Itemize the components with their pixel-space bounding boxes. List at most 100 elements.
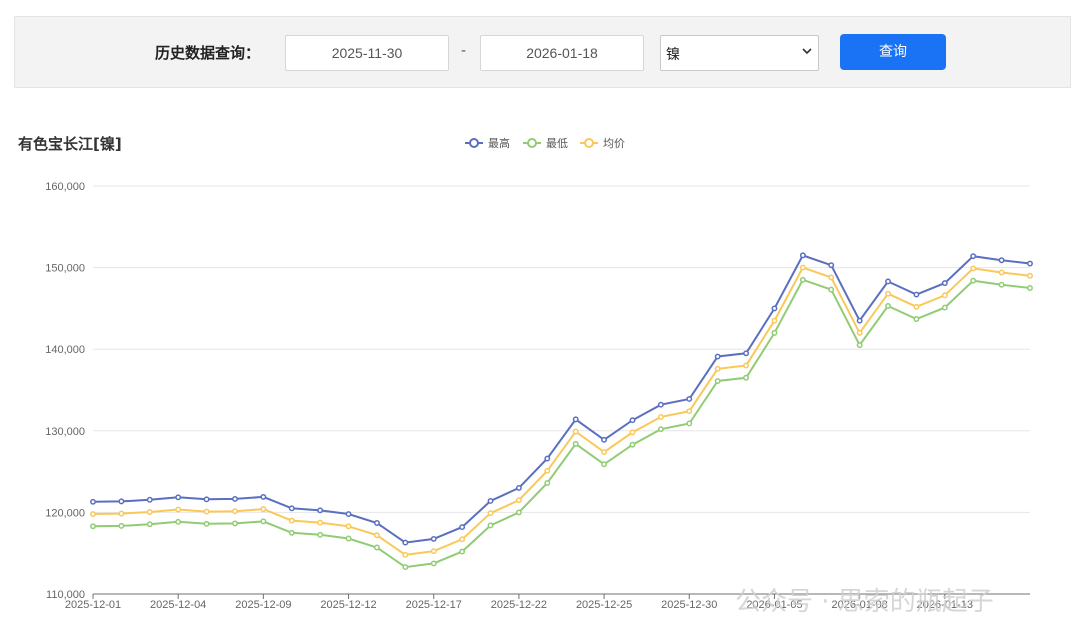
data-point-avg[interactable]: [402, 551, 409, 558]
data-point-high[interactable]: [601, 436, 608, 443]
data-point-high[interactable]: [629, 417, 636, 424]
data-point-high[interactable]: [459, 524, 466, 531]
data-point-high[interactable]: [941, 280, 948, 287]
data-point-high[interactable]: [430, 535, 437, 542]
data-point-avg[interactable]: [232, 508, 238, 515]
data-point-high[interactable]: [317, 507, 324, 514]
data-point-avg[interactable]: [515, 497, 522, 504]
data-point-high[interactable]: [771, 305, 778, 312]
data-point-avg[interactable]: [856, 329, 863, 336]
data-point-low[interactable]: [203, 520, 210, 527]
data-point-low[interactable]: [941, 304, 948, 311]
data-point-avg[interactable]: [657, 413, 664, 420]
data-point-low[interactable]: [856, 342, 863, 349]
data-point-high[interactable]: [487, 498, 494, 504]
data-point-avg[interactable]: [260, 506, 267, 513]
data-point-low[interactable]: [232, 520, 238, 527]
data-point-high[interactable]: [90, 498, 96, 505]
data-point-avg[interactable]: [970, 265, 977, 272]
data-point-high[interactable]: [572, 416, 579, 423]
data-point-low[interactable]: [771, 329, 778, 336]
data-point-avg[interactable]: [118, 510, 125, 517]
legend-item-avg[interactable]: 均价: [580, 137, 625, 150]
data-point-low[interactable]: [345, 535, 352, 542]
data-point-high[interactable]: [970, 253, 977, 260]
data-point-high[interactable]: [515, 484, 522, 491]
data-point-avg[interactable]: [799, 264, 806, 271]
data-point-high[interactable]: [1027, 260, 1033, 267]
data-point-avg[interactable]: [941, 292, 948, 299]
data-point-high[interactable]: [913, 291, 920, 298]
legend-item-low[interactable]: 最低: [523, 137, 568, 150]
data-point-avg[interactable]: [771, 317, 778, 324]
data-point-high[interactable]: [402, 539, 409, 546]
data-point-low[interactable]: [913, 316, 920, 322]
data-point-avg[interactable]: [686, 408, 693, 415]
data-point-low[interactable]: [260, 518, 267, 525]
data-point-low[interactable]: [515, 509, 522, 516]
data-point-avg[interactable]: [175, 506, 182, 513]
data-point-low[interactable]: [118, 522, 125, 529]
data-point-low[interactable]: [629, 441, 636, 448]
data-point-avg[interactable]: [430, 548, 437, 555]
data-point-low[interactable]: [487, 522, 494, 529]
data-point-avg[interactable]: [998, 269, 1005, 276]
data-point-low[interactable]: [743, 374, 750, 381]
data-point-avg[interactable]: [373, 532, 380, 539]
data-point-high[interactable]: [232, 495, 238, 502]
data-point-high[interactable]: [998, 257, 1005, 264]
data-point-high[interactable]: [288, 505, 295, 512]
data-point-avg[interactable]: [1027, 272, 1033, 279]
data-point-avg[interactable]: [885, 290, 891, 297]
data-point-low[interactable]: [146, 521, 153, 528]
data-point-low[interactable]: [90, 523, 96, 530]
data-point-avg[interactable]: [459, 536, 466, 543]
data-point-high[interactable]: [743, 350, 750, 357]
data-point-low[interactable]: [601, 461, 608, 468]
data-point-high[interactable]: [799, 252, 806, 259]
data-point-high[interactable]: [828, 262, 835, 269]
data-point-avg[interactable]: [828, 274, 835, 281]
data-point-avg[interactable]: [743, 362, 750, 369]
data-point-low[interactable]: [373, 544, 380, 551]
data-point-high[interactable]: [146, 496, 153, 503]
data-point-low[interactable]: [1027, 285, 1033, 291]
data-point-avg[interactable]: [913, 303, 920, 310]
data-point-avg[interactable]: [629, 429, 636, 436]
data-point-low[interactable]: [288, 529, 295, 536]
data-point-low[interactable]: [799, 276, 806, 283]
data-point-avg[interactable]: [601, 449, 608, 455]
data-point-low[interactable]: [544, 480, 551, 486]
data-point-high[interactable]: [373, 520, 380, 526]
data-point-low[interactable]: [885, 303, 891, 309]
data-point-avg[interactable]: [714, 365, 721, 372]
data-point-low[interactable]: [714, 378, 721, 384]
data-point-low[interactable]: [175, 518, 182, 525]
data-point-high[interactable]: [885, 278, 891, 285]
data-point-avg[interactable]: [203, 508, 210, 515]
data-point-low[interactable]: [657, 426, 664, 433]
data-point-low[interactable]: [402, 564, 409, 571]
data-point-high[interactable]: [118, 498, 125, 505]
data-point-low[interactable]: [970, 277, 977, 284]
data-point-high[interactable]: [260, 493, 267, 500]
data-point-low[interactable]: [430, 560, 437, 567]
data-point-high[interactable]: [686, 396, 693, 402]
data-point-low[interactable]: [317, 531, 324, 538]
data-point-high[interactable]: [544, 455, 551, 462]
data-point-low[interactable]: [828, 286, 835, 293]
data-point-high[interactable]: [714, 353, 721, 360]
data-point-avg[interactable]: [317, 519, 324, 526]
data-point-high[interactable]: [203, 496, 210, 503]
data-point-avg[interactable]: [544, 467, 551, 474]
data-point-avg[interactable]: [487, 510, 494, 517]
data-point-avg[interactable]: [572, 428, 579, 435]
data-point-high[interactable]: [856, 317, 863, 324]
data-point-high[interactable]: [345, 511, 352, 517]
data-point-low[interactable]: [686, 420, 693, 427]
data-point-low[interactable]: [572, 440, 579, 447]
data-point-avg[interactable]: [345, 523, 352, 530]
data-point-low[interactable]: [998, 281, 1005, 288]
data-point-high[interactable]: [657, 401, 664, 408]
data-point-high[interactable]: [175, 494, 182, 501]
